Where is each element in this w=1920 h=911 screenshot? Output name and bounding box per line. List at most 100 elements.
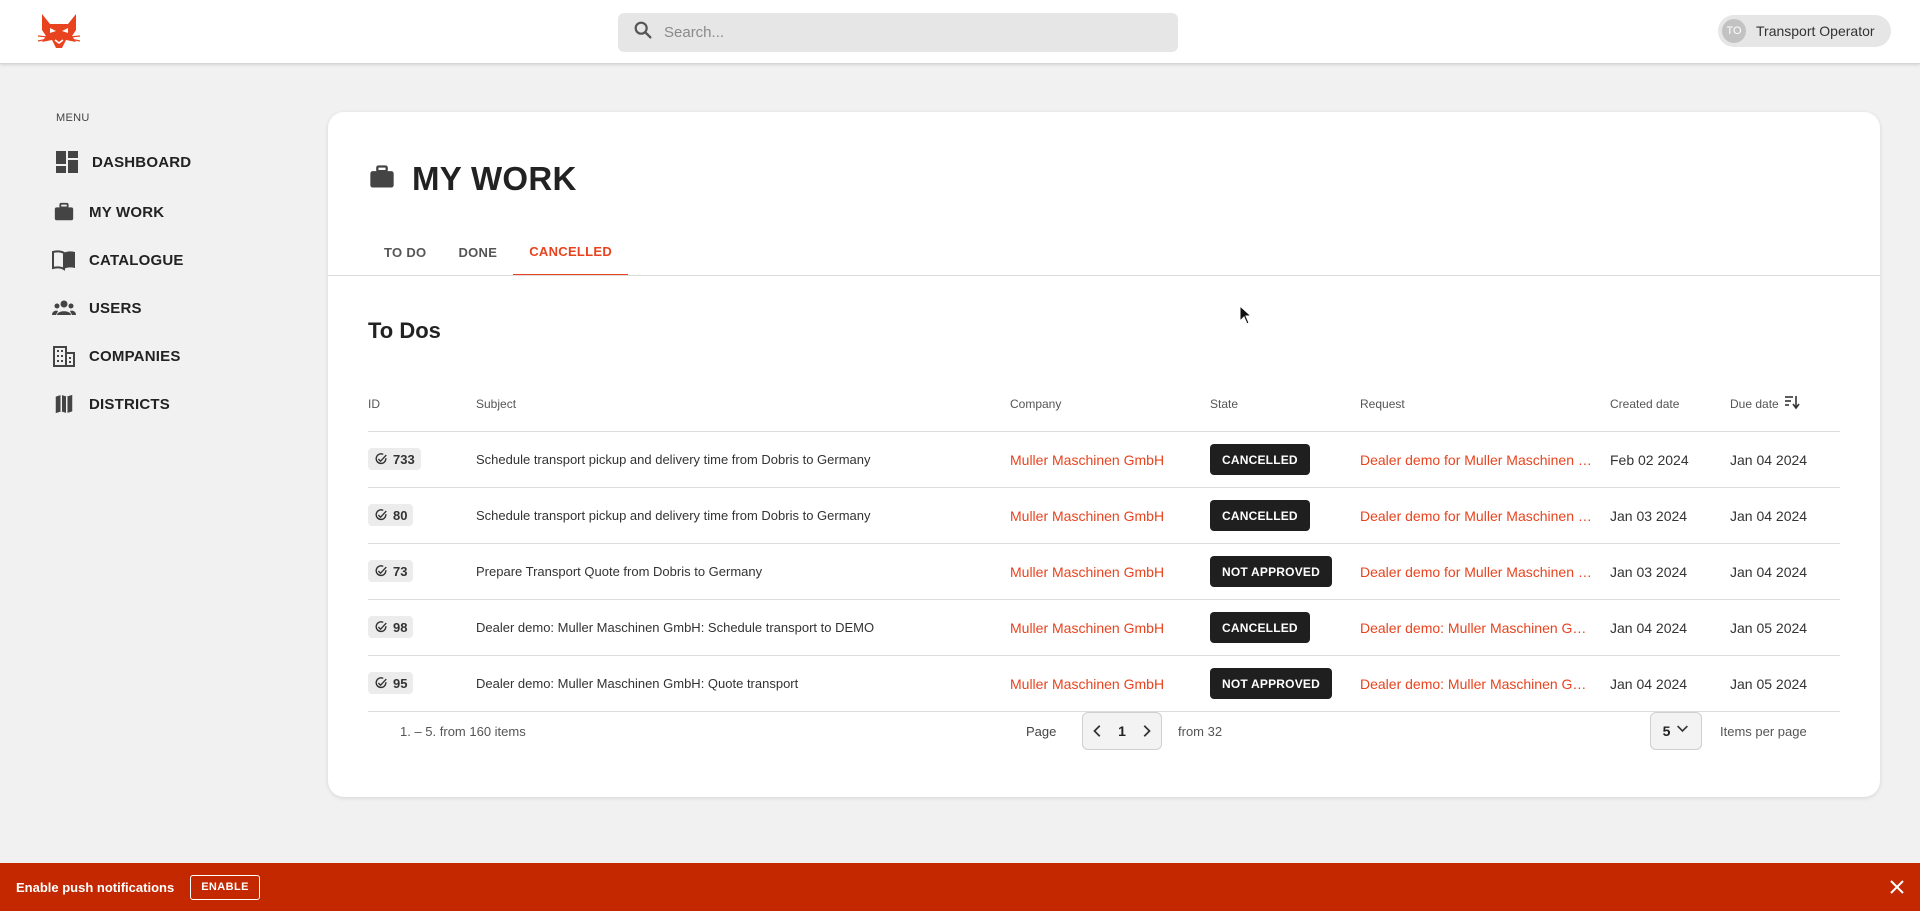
items-per-page-select[interactable]: 5	[1650, 712, 1702, 750]
column-header-due-date[interactable]: Due date	[1730, 394, 1840, 413]
push-notification-bar: Enable push notifications ENABLE	[0, 863, 1920, 911]
sidebar-item-dashboard[interactable]: DASHBOARD	[55, 150, 191, 174]
items-per-page-label: Items per page	[1720, 724, 1807, 739]
user-menu[interactable]: TO Transport Operator	[1718, 15, 1891, 47]
sidebar-item-label: COMPANIES	[89, 347, 181, 365]
company-link[interactable]: Muller Maschinen GmbH	[1010, 564, 1210, 580]
task-subject: Schedule transport pickup and delivery t…	[476, 508, 871, 523]
company-link[interactable]: Muller Maschinen GmbH	[1010, 452, 1210, 468]
sidebar-item-label: USERS	[89, 299, 142, 317]
building-icon	[52, 344, 76, 368]
sidebar-item-catalogue[interactable]: CATALOGUE	[52, 248, 184, 272]
current-page[interactable]: 1	[1118, 723, 1126, 739]
request-link[interactable]: Dealer demo for Muller Maschinen GmbH	[1360, 564, 1592, 580]
column-header-id[interactable]: ID	[368, 397, 476, 411]
id-badge: 73	[368, 560, 414, 582]
due-date: Jan 05 2024	[1730, 675, 1808, 692]
items-range: 1. – 5. from 160 items	[400, 724, 526, 739]
task-subject: Dealer demo: Muller Maschinen GmbH: Sche…	[476, 620, 875, 635]
avatar: TO	[1722, 19, 1746, 43]
tab-to-do[interactable]: TO DO	[368, 228, 442, 276]
task-check-icon	[375, 453, 387, 465]
due-date: Jan 04 2024	[1730, 507, 1808, 524]
status-badge: NOT APPROVED	[1210, 556, 1332, 587]
notification-message: Enable push notifications	[16, 879, 175, 895]
close-icon[interactable]	[1886, 876, 1908, 898]
task-id: 95	[393, 675, 408, 691]
section-title: To Dos	[368, 318, 441, 343]
map-icon	[52, 392, 76, 416]
id-badge: 80	[368, 504, 414, 526]
items-per-page-value: 5	[1662, 723, 1671, 739]
created-date: Jan 04 2024	[1610, 675, 1688, 692]
sort-descending-icon[interactable]	[1784, 394, 1800, 413]
created-date: Jan 03 2024	[1610, 507, 1688, 524]
status-badge: NOT APPROVED	[1210, 668, 1332, 699]
column-header-company[interactable]: Company	[1010, 397, 1210, 411]
tab-cancelled[interactable]: CANCELLED	[513, 228, 629, 276]
table-row[interactable]: 98 Dealer demo: Muller Maschinen GmbH: S…	[368, 600, 1840, 656]
request-link[interactable]: Dealer demo: Muller Maschinen GmbH	[1360, 676, 1592, 692]
main-card: MY WORK TO DO DONE CANCELLED To Dos ID S…	[328, 112, 1880, 797]
sidebar-item-my-work[interactable]: MY WORK	[52, 200, 164, 224]
sidebar-item-label: CATALOGUE	[89, 251, 184, 269]
tab-bar: TO DO DONE CANCELLED	[368, 228, 629, 276]
company-link[interactable]: Muller Maschinen GmbH	[1010, 676, 1210, 692]
table-row[interactable]: 733 Schedule transport pickup and delive…	[368, 432, 1840, 488]
task-id: 733	[393, 451, 415, 467]
sidebar-item-label: DASHBOARD	[92, 153, 192, 171]
briefcase-icon	[52, 200, 76, 224]
sidebar-item-districts[interactable]: DISTRICTS	[52, 392, 170, 416]
table-row[interactable]: 95 Dealer demo: Muller Maschinen GmbH: Q…	[368, 656, 1840, 712]
request-link[interactable]: Dealer demo for Muller Maschinen GmbH	[1360, 508, 1592, 524]
due-date: Jan 04 2024	[1730, 563, 1808, 580]
table-row[interactable]: 73 Prepare Transport Quote from Dobris t…	[368, 544, 1840, 600]
search-icon	[632, 19, 654, 46]
table-header: ID Subject Company State Request Created…	[368, 376, 1840, 432]
id-badge: 95	[368, 672, 414, 694]
company-link[interactable]: Muller Maschinen GmbH	[1010, 620, 1210, 636]
page-title: MY WORK	[368, 160, 577, 198]
column-header-created-date[interactable]: Created date	[1610, 397, 1730, 411]
request-link[interactable]: Dealer demo for Muller Maschinen GmbH	[1360, 452, 1592, 468]
sidebar-item-companies[interactable]: COMPANIES	[52, 344, 181, 368]
divider	[328, 275, 1880, 276]
pagination: 1. – 5. from 160 items Page 1 from 32 5 …	[368, 712, 1840, 752]
todo-table: ID Subject Company State Request Created…	[368, 376, 1840, 712]
company-link[interactable]: Muller Maschinen GmbH	[1010, 508, 1210, 524]
column-header-state[interactable]: State	[1210, 397, 1360, 411]
menu-label: MENU	[56, 112, 90, 124]
due-date: Jan 04 2024	[1730, 451, 1808, 468]
column-header-request[interactable]: Request	[1360, 397, 1610, 411]
chevron-left-icon[interactable]	[1089, 722, 1107, 740]
id-badge: 98	[368, 616, 414, 638]
task-id: 80	[393, 507, 408, 523]
page-label: Page	[1026, 724, 1057, 739]
task-id: 98	[393, 619, 408, 635]
chevron-down-icon	[1676, 722, 1689, 740]
sidebar-item-label: DISTRICTS	[89, 395, 170, 413]
search-box[interactable]	[618, 13, 1178, 52]
task-subject: Prepare Transport Quote from Dobris to G…	[476, 564, 763, 579]
table-row[interactable]: 80 Schedule transport pickup and deliver…	[368, 488, 1840, 544]
page-control: 1	[1082, 712, 1162, 750]
column-header-label: Due date	[1730, 396, 1779, 411]
search-input[interactable]	[664, 24, 1144, 41]
task-check-icon	[375, 565, 387, 577]
tab-done[interactable]: DONE	[442, 228, 513, 276]
request-link[interactable]: Dealer demo: Muller Maschinen GmbH	[1360, 620, 1592, 636]
book-icon	[52, 248, 76, 272]
status-badge: CANCELLED	[1210, 500, 1310, 531]
bobcat-logo[interactable]	[36, 12, 82, 54]
task-check-icon	[375, 621, 387, 633]
sidebar-item-users[interactable]: USERS	[52, 296, 142, 320]
enable-notifications-button[interactable]: ENABLE	[190, 874, 260, 900]
chevron-right-icon[interactable]	[1137, 722, 1155, 740]
task-subject: Schedule transport pickup and delivery t…	[476, 452, 871, 467]
user-name: Transport Operator	[1756, 23, 1875, 39]
mouse-cursor-icon	[1239, 304, 1253, 325]
due-date: Jan 05 2024	[1730, 619, 1808, 636]
task-subject: Dealer demo: Muller Maschinen GmbH: Quot…	[476, 676, 799, 691]
column-header-subject[interactable]: Subject	[476, 397, 1010, 411]
total-pages: from 32	[1178, 724, 1223, 739]
